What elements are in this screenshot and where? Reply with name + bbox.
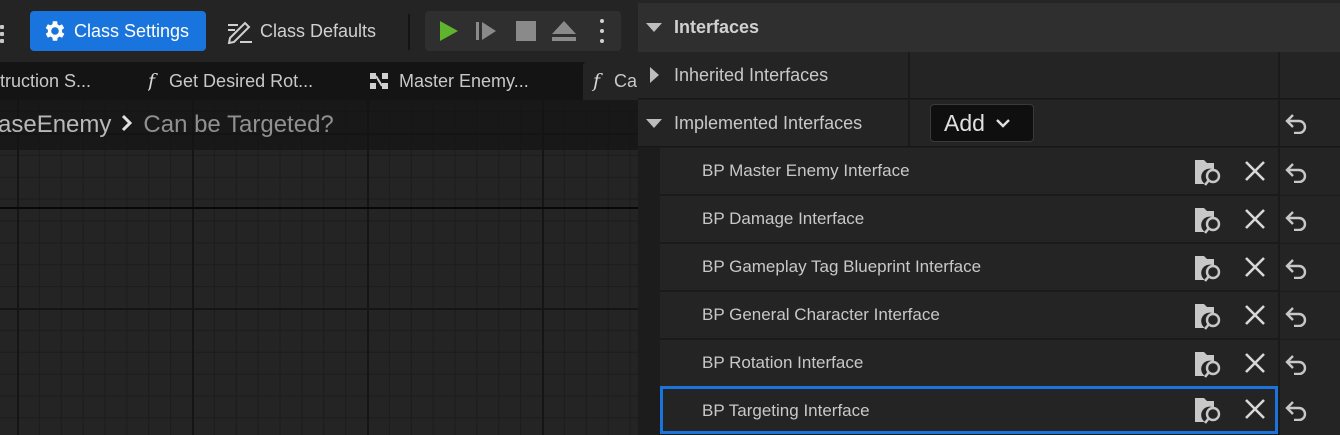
toolbar-overflow-icon[interactable] xyxy=(0,22,6,44)
browse-asset-icon[interactable] xyxy=(1194,158,1224,186)
column-divider xyxy=(908,52,910,98)
document-tabs: truction S... f Get Desired Rot... Maste… xyxy=(0,62,638,100)
stop-button[interactable] xyxy=(507,11,545,51)
step-button[interactable] xyxy=(467,11,505,51)
function-icon: f xyxy=(148,70,156,92)
column-divider xyxy=(908,100,910,146)
reset-to-default-icon[interactable] xyxy=(1284,161,1308,183)
browse-asset-icon[interactable] xyxy=(1194,254,1224,282)
breadcrumb-parent[interactable]: aseEnemy xyxy=(0,111,111,139)
expand-arrow-icon xyxy=(650,67,659,83)
interface-list-item[interactable]: BP Rotation Interface xyxy=(660,340,1278,387)
graph-wire xyxy=(0,207,638,209)
eject-button[interactable] xyxy=(545,11,583,51)
breadcrumb: aseEnemy Can be Targeted? xyxy=(0,100,638,150)
play-icon xyxy=(440,21,458,41)
reset-to-default-icon[interactable] xyxy=(1284,209,1308,231)
interface-name: BP General Character Interface xyxy=(702,305,940,324)
interface-name: BP Master Enemy Interface xyxy=(702,161,910,180)
tab-label: Ca xyxy=(614,70,638,91)
details-panel: Interfaces Inherited Interfaces Implemen… xyxy=(638,0,1340,435)
breadcrumb-current: Can be Targeted? xyxy=(143,111,334,138)
browse-asset-icon[interactable] xyxy=(1194,396,1224,424)
reset-to-default-icon[interactable] xyxy=(1284,353,1308,375)
play-controls xyxy=(425,11,621,51)
tab-label: truction S... xyxy=(0,70,92,91)
column-divider xyxy=(1278,100,1280,146)
inherited-interfaces-row[interactable]: Inherited Interfaces xyxy=(638,52,1340,99)
reset-to-default-icon[interactable] xyxy=(1284,112,1308,134)
collapse-arrow-icon xyxy=(646,23,662,32)
interface-list-item[interactable]: BP Targeting Interface xyxy=(660,386,1278,434)
collapse-arrow-icon xyxy=(646,119,662,128)
browse-asset-icon[interactable] xyxy=(1194,206,1224,234)
class-defaults-label: Class Defaults xyxy=(260,20,377,41)
play-options-icon[interactable] xyxy=(585,11,619,51)
remove-icon[interactable] xyxy=(1244,208,1266,230)
tab-label: Get Desired Rot... xyxy=(169,70,314,91)
graph-icon xyxy=(370,73,388,89)
eject-icon xyxy=(552,21,576,41)
remove-icon[interactable] xyxy=(1244,256,1266,278)
interface-name: BP Rotation Interface xyxy=(702,353,864,372)
tab-construction-script[interactable]: truction S... xyxy=(0,62,118,100)
interface-list-item[interactable]: BP Gameplay Tag Blueprint Interface xyxy=(660,244,1278,291)
blueprint-editor: Class Settings Class Defaults truction S… xyxy=(0,0,1340,435)
editor-toolbar: Class Settings Class Defaults xyxy=(0,0,638,62)
implemented-interfaces-label: Implemented Interfaces xyxy=(674,112,863,133)
editor-area: Class Settings Class Defaults truction S… xyxy=(0,0,638,435)
breadcrumb-separator-icon xyxy=(121,111,133,139)
browse-asset-icon[interactable] xyxy=(1194,350,1224,378)
remove-icon[interactable] xyxy=(1244,304,1266,326)
section-title: Interfaces xyxy=(674,17,760,37)
tree-indent xyxy=(638,148,660,435)
remove-icon[interactable] xyxy=(1244,398,1266,420)
reset-to-default-icon[interactable] xyxy=(1284,305,1308,327)
tab-can-be-targeted[interactable]: f Ca xyxy=(583,62,638,100)
reset-to-default-icon[interactable] xyxy=(1284,257,1308,279)
remove-icon[interactable] xyxy=(1244,352,1266,374)
interface-list-item[interactable]: BP Damage Interface xyxy=(660,196,1278,243)
browse-asset-icon[interactable] xyxy=(1194,302,1224,330)
add-interface-button[interactable]: Add xyxy=(930,104,1034,142)
tab-get-desired-rotation[interactable]: f Get Desired Rot... xyxy=(148,62,338,100)
interfaces-section-header[interactable]: Interfaces xyxy=(638,0,1340,52)
interface-name: BP Targeting Interface xyxy=(702,401,870,420)
step-forward-icon xyxy=(476,22,496,40)
interface-list-item[interactable]: BP Master Enemy Interface xyxy=(660,148,1278,195)
edit-defaults-icon xyxy=(227,21,252,44)
play-button[interactable] xyxy=(429,11,467,51)
class-settings-button[interactable]: Class Settings xyxy=(30,11,206,51)
graph-canvas[interactable] xyxy=(0,100,638,435)
column-divider xyxy=(1278,52,1280,98)
inherited-interfaces-label: Inherited Interfaces xyxy=(674,64,829,85)
interface-name: BP Gameplay Tag Blueprint Interface xyxy=(702,257,982,276)
reset-to-default-icon[interactable] xyxy=(1284,399,1308,421)
function-icon: f xyxy=(593,70,601,92)
chevron-down-icon xyxy=(996,119,1010,128)
add-label: Add xyxy=(944,109,985,136)
class-settings-label: Class Settings xyxy=(74,20,190,41)
stop-icon xyxy=(516,21,536,41)
toolbar-divider xyxy=(408,14,410,50)
gear-icon xyxy=(45,21,65,41)
interface-list-item[interactable]: BP General Character Interface xyxy=(660,292,1278,339)
tab-master-enemy[interactable]: Master Enemy... xyxy=(369,62,569,100)
interface-name: BP Damage Interface xyxy=(702,209,865,228)
class-defaults-button[interactable]: Class Defaults xyxy=(222,11,392,51)
remove-icon[interactable] xyxy=(1244,160,1266,182)
tab-label: Master Enemy... xyxy=(399,70,529,91)
